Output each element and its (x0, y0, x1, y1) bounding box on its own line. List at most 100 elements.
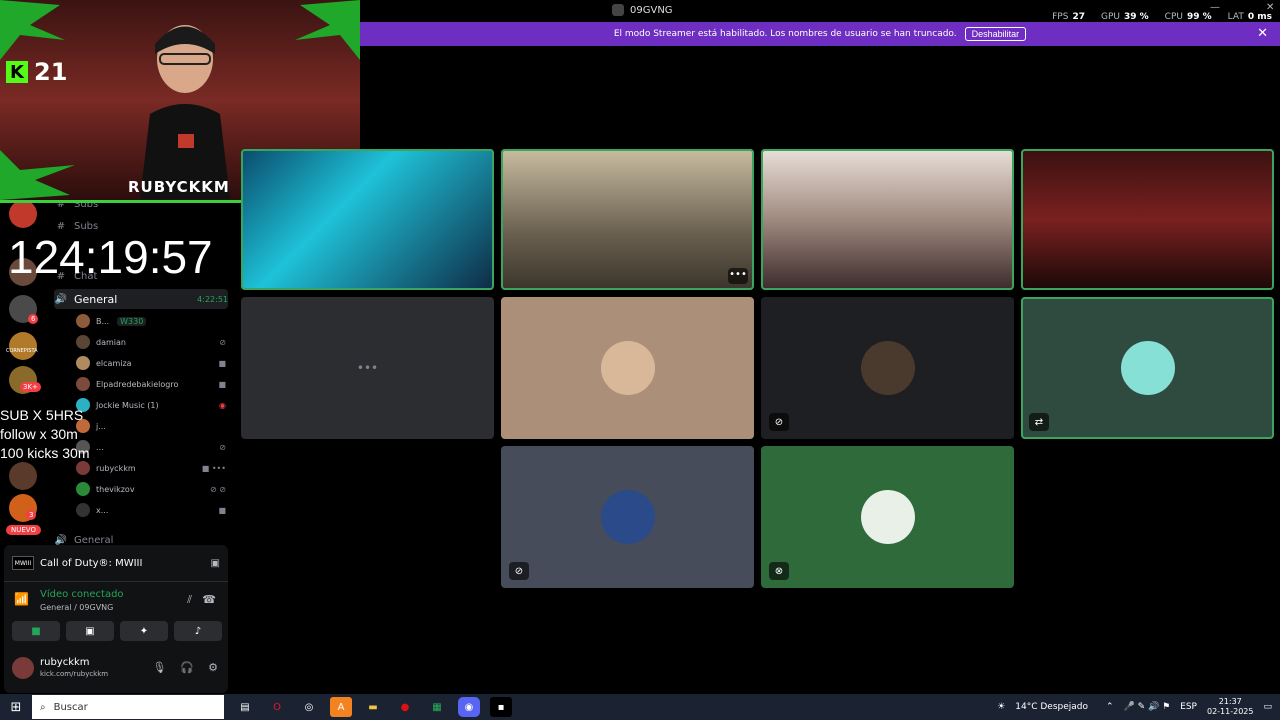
voice-channel-name: General (74, 534, 114, 546)
mic-icon[interactable]: 🎙 (152, 661, 166, 674)
participant-tile[interactable]: ⊘ (501, 446, 754, 588)
voice-channel-general[interactable]: 🔊 General 4:22:51 (54, 289, 228, 309)
unread-badge: 3 (26, 510, 37, 520)
gpu-stat: GPU 39 % (1100, 12, 1149, 22)
disconnect-icon[interactable]: ☎ (202, 593, 216, 606)
weather-text[interactable]: 14°C Despejado (1015, 702, 1088, 712)
game-activity: MWIII Call of Duty®: MWIII ▣ (12, 553, 220, 573)
member-name: B... (96, 316, 110, 326)
voice-channel-name: General (74, 292, 118, 306)
screen-share-button[interactable]: ▣ (66, 621, 114, 641)
video-tile[interactable] (1021, 149, 1274, 290)
participant-tile[interactable]: ••• (241, 297, 494, 439)
gear-icon[interactable]: ⚙ (208, 661, 218, 674)
user-name: rubyckkm (40, 657, 90, 668)
signal-icon[interactable]: 📶 (14, 592, 29, 606)
server-icon[interactable] (9, 332, 37, 360)
disable-streamer-button[interactable]: Deshabilitar (964, 27, 1027, 41)
voice-member[interactable]: elcamiza ■ (76, 354, 226, 372)
speaker-icon: 🔊 (54, 534, 68, 546)
unread-badge: 6 (28, 314, 39, 324)
tray-chevron-icon[interactable]: ⌃ (1106, 702, 1114, 712)
participant-tile[interactable]: ⇄ (1021, 297, 1274, 439)
clock[interactable]: 21:37 02-11-2025 (1207, 697, 1254, 717)
window-title: 09GVNG (612, 4, 673, 16)
voice-member[interactable]: B... W330 (76, 312, 226, 330)
voice-member[interactable]: ... ⊘ (76, 438, 226, 456)
unread-badge: 3K+ (20, 382, 41, 392)
voice-member[interactable]: Jockie Music (1) ◉ (76, 396, 226, 414)
voice-member[interactable]: rubyckkm ■ ••• (76, 459, 226, 477)
voice-status-panel: MWIII Call of Duty®: MWIII ▣ 📶 Vídeo con… (4, 545, 228, 693)
obs-icon[interactable]: ◎ (298, 697, 320, 717)
avatar[interactable] (12, 657, 34, 679)
mic-off-icon: ⊘ (219, 442, 226, 452)
participant-tile[interactable]: ⊘ (761, 297, 1014, 439)
video-tile[interactable] (761, 149, 1014, 290)
avatar (76, 377, 90, 391)
call-of-duty-icon[interactable]: ▪ (490, 697, 512, 717)
promo-line: SUB X 5HRS (0, 407, 84, 423)
member-name: damian (96, 337, 126, 347)
camera-button[interactable]: ■ (12, 621, 60, 641)
mic-off-icon: ⊘ (509, 562, 529, 580)
avatar (1120, 341, 1175, 395)
member-tag: W330 (117, 316, 147, 326)
new-badge: NUEVO (6, 525, 41, 535)
member-name: Elpadredebakielogro (96, 379, 179, 389)
close-banner-icon[interactable]: ✕ (1257, 26, 1268, 41)
promo-text: SUB X 5HRS follow x 30m 100 kicks 30m (0, 406, 89, 463)
windows-start-icon[interactable]: ⊞ (0, 700, 32, 715)
streamer-webcam-image (140, 25, 230, 199)
noise-suppression-icon[interactable]: ⫽ (187, 593, 192, 607)
voice-timer: 4:22:51 (197, 294, 228, 304)
avatar (76, 335, 90, 349)
system-tray: ☀ 14°C Despejado ⌃ 🎤 ✎ 🔊 ⚑ ESP 21:37 02-… (997, 694, 1272, 720)
opera-icon[interactable]: O (266, 697, 288, 717)
activities-button[interactable]: ✦ (120, 621, 168, 641)
headphones-icon[interactable]: 🎧 (180, 661, 194, 674)
file-explorer-icon[interactable]: ▬ (362, 697, 384, 717)
live-icon: ◉ (219, 400, 226, 410)
voice-member[interactable]: damian ⊘ (76, 333, 226, 351)
avatar (600, 341, 655, 395)
member-name: Jockie Music (1) (96, 400, 159, 410)
avatar (76, 482, 90, 496)
video-tile[interactable] (241, 149, 494, 290)
connection-status: Vídeo conectado (40, 589, 124, 600)
video-icon: ■ (218, 358, 226, 368)
clock-date: 02-11-2025 (1206, 707, 1254, 716)
notifications-icon[interactable]: ▭ (1263, 702, 1272, 712)
participant-tile[interactable]: ⊗ (761, 446, 1014, 588)
voice-member[interactable]: j... (76, 417, 226, 435)
voice-member[interactable]: thevikzov ⊘ ⊘ (76, 480, 226, 498)
divider (4, 581, 228, 582)
server-icon[interactable] (9, 200, 37, 228)
voice-member[interactable]: Elpadredebakielogro ■ (76, 375, 226, 393)
app-icon[interactable]: A (330, 697, 352, 717)
leaf-decoration-icon (0, 0, 65, 60)
share-icon: ⇄ (1029, 413, 1049, 431)
task-view-icon[interactable]: ▤ (234, 697, 256, 717)
language-indicator[interactable]: ESP (1180, 702, 1197, 712)
video-tile[interactable]: ••• (501, 149, 754, 290)
cpu-stat: CPU 99 % (1164, 12, 1212, 22)
tray-icons[interactable]: 🎤 ✎ 🔊 ⚑ (1124, 702, 1171, 712)
fps-stat: FPS 27 (1052, 12, 1085, 22)
voice-member[interactable]: x... ■ (76, 501, 226, 519)
kick-count: 21 (34, 58, 68, 86)
app-icon[interactable]: ● (394, 697, 416, 717)
participant-tile[interactable] (501, 297, 754, 439)
close-window-button[interactable]: ✕ (1266, 2, 1274, 13)
screen-share-icon[interactable]: ▣ (211, 558, 220, 569)
server-icon[interactable] (9, 462, 37, 490)
minimize-button[interactable]: — (1210, 2, 1220, 13)
store-icon[interactable]: ▦ (426, 697, 448, 717)
taskbar-search[interactable]: ⌕ Buscar (32, 695, 224, 719)
search-placeholder: Buscar (53, 701, 88, 713)
clock-time: 21:37 (1218, 697, 1242, 706)
soundboard-button[interactable]: ♪ (174, 621, 222, 641)
member-name: ... (96, 442, 104, 452)
more-options-button[interactable]: ••• (728, 268, 748, 284)
discord-icon[interactable]: ◉ (458, 697, 480, 717)
